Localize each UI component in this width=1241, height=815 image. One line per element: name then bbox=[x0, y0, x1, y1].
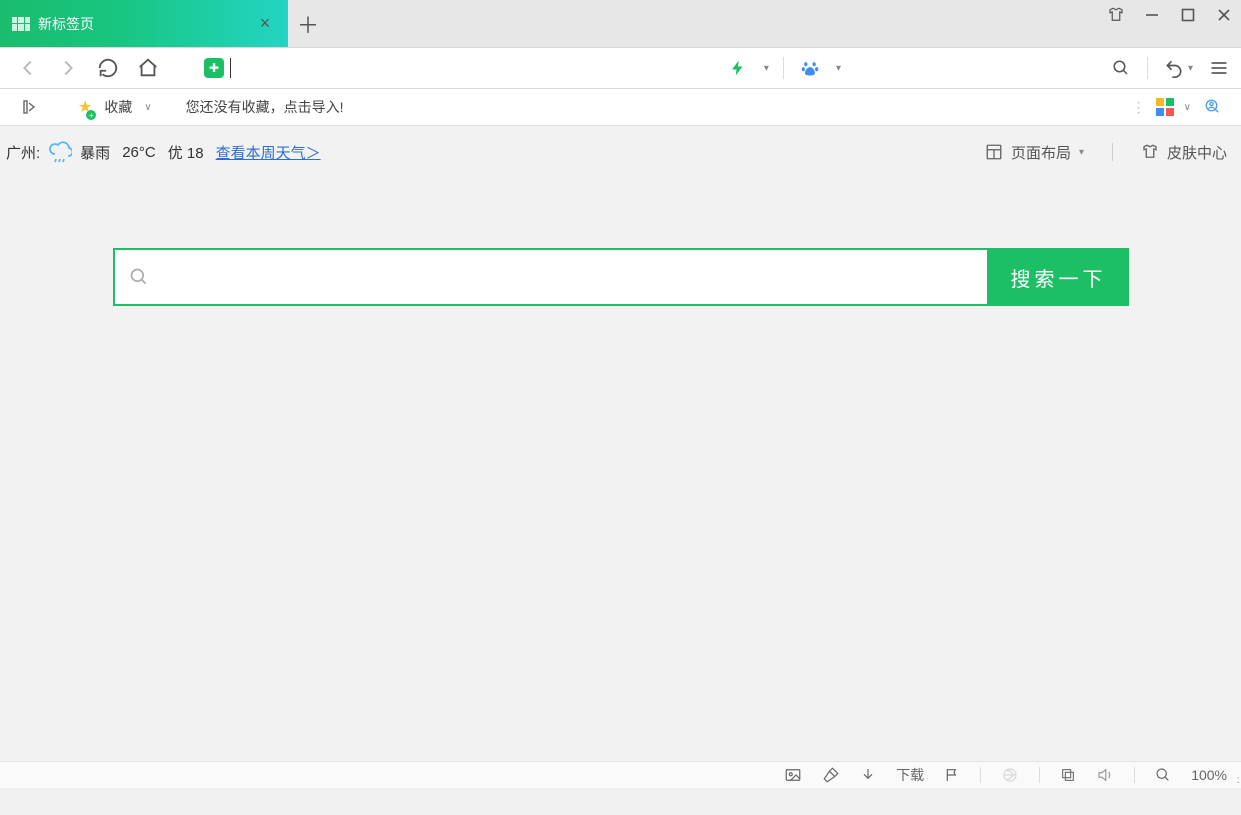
address-input-wrap[interactable]: ✚ bbox=[198, 54, 722, 82]
shield-icon[interactable]: ✚ bbox=[204, 58, 224, 78]
tab-close-icon[interactable]: × bbox=[256, 15, 274, 33]
wardrobe-icon[interactable] bbox=[1107, 6, 1125, 24]
download-arrow-icon[interactable] bbox=[860, 767, 876, 783]
weather-air-quality: 优 18 bbox=[168, 142, 204, 163]
forward-button[interactable] bbox=[50, 50, 86, 86]
bookmarks-empty-hint[interactable]: 您还没有收藏，点击导入! bbox=[186, 97, 344, 117]
window-controls bbox=[1107, 6, 1233, 24]
search-button[interactable]: 搜索一下 bbox=[989, 248, 1129, 306]
weather-condition: 暴雨 bbox=[80, 142, 110, 163]
favorites-label[interactable]: 收藏 bbox=[104, 97, 132, 117]
tab-strip: 新标签页 × ＋ bbox=[0, 0, 1241, 47]
page-layout-label: 页面布局 bbox=[1011, 142, 1071, 163]
minimize-button[interactable] bbox=[1143, 6, 1161, 24]
undo-button[interactable] bbox=[1162, 56, 1186, 80]
search-input-wrap[interactable] bbox=[113, 248, 989, 306]
skin-center-label: 皮肤中心 bbox=[1167, 142, 1227, 163]
download-label[interactable]: 下载 bbox=[896, 765, 924, 785]
weather-rain-icon bbox=[48, 140, 72, 164]
magnifier-user-icon[interactable] bbox=[1201, 95, 1225, 119]
search-button-label: 搜索一下 bbox=[1011, 263, 1107, 292]
ie-mode-icon[interactable] bbox=[1001, 766, 1019, 784]
address-bar: ✚ ▾ ▾ ▾ bbox=[0, 47, 1241, 89]
speed-dial-icon bbox=[12, 17, 30, 31]
chevron-down-icon[interactable]: ▾ bbox=[1188, 63, 1193, 74]
weather-city: 广州: bbox=[6, 142, 40, 163]
baidu-paw-icon[interactable] bbox=[798, 56, 822, 80]
tab-title: 新标签页 bbox=[38, 14, 94, 34]
info-bar: 广州: 暴雨 26°C 优 18 查看本周天气＞ 页面布局 ▾ 皮肤中心 bbox=[0, 126, 1241, 170]
page-layout-button[interactable]: 页面布局 ▾ bbox=[985, 142, 1084, 163]
hamburger-menu-icon[interactable] bbox=[1207, 56, 1231, 80]
star-icon[interactable]: ★+ bbox=[78, 97, 92, 117]
weather-temperature: 26°C bbox=[122, 144, 156, 161]
caret-down-icon: ▾ bbox=[1079, 147, 1084, 158]
home-button[interactable] bbox=[130, 50, 166, 86]
status-bar: 下载 100% .: bbox=[0, 761, 1241, 788]
extensions-grid-icon[interactable] bbox=[1156, 98, 1174, 116]
skin-center-button[interactable]: 皮肤中心 bbox=[1141, 142, 1227, 163]
search-icon bbox=[129, 267, 149, 287]
tab-active[interactable]: 新标签页 × bbox=[0, 0, 288, 47]
reload-button[interactable] bbox=[90, 50, 126, 86]
search-box: 搜索一下 bbox=[113, 248, 1129, 306]
speed-mode-icon[interactable] bbox=[726, 56, 750, 80]
weather-week-link[interactable]: 查看本周天气＞ bbox=[216, 142, 321, 163]
flag-icon[interactable] bbox=[944, 767, 960, 783]
chevron-down-icon[interactable]: ▾ bbox=[764, 63, 769, 74]
maximize-button[interactable] bbox=[1179, 6, 1197, 24]
back-button[interactable] bbox=[10, 50, 46, 86]
clean-icon[interactable] bbox=[822, 766, 840, 784]
new-tab-button[interactable]: ＋ bbox=[288, 0, 328, 47]
address-input[interactable] bbox=[231, 56, 716, 80]
zoom-level[interactable]: 100% bbox=[1191, 767, 1227, 783]
chevron-down-icon[interactable]: ∨ bbox=[144, 102, 151, 113]
addrbar-search-icon[interactable] bbox=[1109, 56, 1133, 80]
close-window-button[interactable] bbox=[1215, 6, 1233, 24]
chevron-down-icon[interactable]: ∨ bbox=[1184, 102, 1191, 113]
zoom-icon[interactable] bbox=[1155, 767, 1171, 783]
copy-icon[interactable] bbox=[1060, 767, 1076, 783]
sidebar-toggle-icon[interactable] bbox=[18, 95, 42, 119]
new-tab-page: 广州: 暴雨 26°C 优 18 查看本周天气＞ 页面布局 ▾ 皮肤中心 bbox=[0, 126, 1241, 788]
mute-icon[interactable] bbox=[1096, 766, 1114, 784]
chevron-down-icon[interactable]: ▾ bbox=[836, 63, 841, 74]
search-input[interactable] bbox=[159, 267, 973, 288]
screenshot-icon[interactable] bbox=[784, 766, 802, 784]
bookmarks-bar: ★+ 收藏 ∨ 您还没有收藏，点击导入! ⋮ ∨ bbox=[0, 89, 1241, 126]
